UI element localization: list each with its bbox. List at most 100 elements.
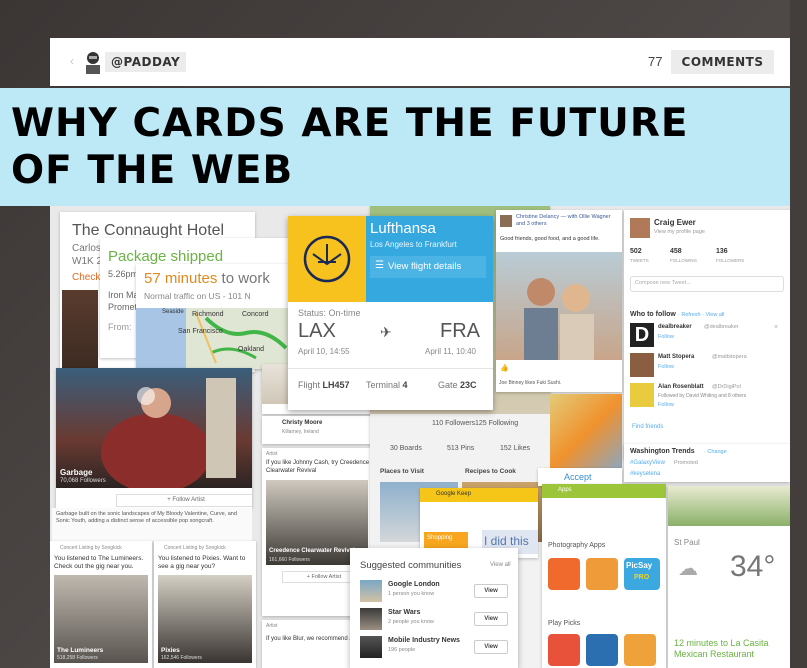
colorful-photo xyxy=(550,394,622,472)
cloud-icon: ☁ xyxy=(678,558,698,580)
play-pick-icon-2[interactable] xyxy=(586,634,618,666)
tw-follow3-by: Followed by David Whiting and 8 others xyxy=(658,393,747,399)
ccr-text: If you like Johnny Cash, try Creedence C… xyxy=(266,460,370,474)
flight-divider xyxy=(288,368,493,369)
communities-title: Suggested communities xyxy=(360,560,462,571)
communities-card: Suggested communities View all Google Lo… xyxy=(350,548,518,668)
christy-name: Christy Moore xyxy=(282,420,323,426)
keep-app: Google Keep xyxy=(436,491,472,497)
hotel-photo xyxy=(62,290,98,372)
play-app: Apps xyxy=(558,487,572,493)
tw-compose-placeholder: Compose new Tweet... xyxy=(635,280,691,286)
tw-compose-input[interactable]: Compose new Tweet... xyxy=(630,276,784,292)
alan-avatar xyxy=(630,383,654,407)
play-pick-icon-3[interactable] xyxy=(624,634,656,666)
tw-trends-change[interactable]: · Change xyxy=(704,449,727,455)
play-picks: Play Picks xyxy=(548,620,581,627)
map-label-concord: Concord xyxy=(242,311,269,318)
community2-name[interactable]: Star Wars xyxy=(388,609,420,616)
view-flight-details-label: View flight details xyxy=(388,261,462,272)
tw-refresh[interactable]: · Refresh · View all xyxy=(678,312,724,318)
pixies-name: Pixies xyxy=(161,647,180,654)
traffic-sub: Normal traffic on US - 101 N xyxy=(144,291,251,301)
package-line1: Iron Ma xyxy=(108,290,139,300)
matt-avatar xyxy=(630,353,654,377)
lufthansa-logo xyxy=(288,216,366,302)
keep-did-this: I did this xyxy=(484,534,529,548)
terminal-label: Terminal xyxy=(366,380,401,390)
garbage-desc-card: Garbage built on the sonic landscapes of… xyxy=(52,508,252,541)
author-handle[interactable]: @PADDAY xyxy=(105,52,187,72)
tw-follow3[interactable]: Alan Rosenblatt xyxy=(658,384,704,390)
community1-name[interactable]: Google London xyxy=(388,581,440,588)
view-flight-details-button[interactable]: ☰ View flight details xyxy=(370,256,486,278)
flight-number: LH457 xyxy=(322,380,350,390)
follow-artist-button[interactable]: + Follow Artist xyxy=(116,494,252,507)
flight-to-code: FRA xyxy=(440,320,480,342)
community1-photo xyxy=(360,580,382,602)
flight-depart: April 10, 14:55 xyxy=(298,347,350,356)
flight-card: Lufthansa Los Angeles to Frankfurt ☰ Vie… xyxy=(288,216,493,410)
garbage-followers: 70,068 Followers xyxy=(60,478,106,484)
pin-places: Places to Visit xyxy=(380,468,424,475)
community3-view-button[interactable]: View xyxy=(474,640,508,654)
communities-view-all[interactable]: View all xyxy=(490,562,511,568)
tw-trends: Washington Trends xyxy=(630,448,695,455)
christy-info: Christy Moore Killarney, Ireland xyxy=(262,416,372,444)
pin-likes: 152 Likes xyxy=(500,445,530,452)
play-pick-icon-1[interactable] xyxy=(548,634,580,666)
map-label-sf: San Francisco xyxy=(178,328,223,335)
comments-button[interactable]: COMMENTS xyxy=(671,50,774,74)
tw-follow2[interactable]: Matt Stopera xyxy=(658,354,694,360)
play-store-card: Apps Photography Apps PicSay PRO Play Pi… xyxy=(542,484,666,668)
pin-recipes: Recipes to Cook xyxy=(465,468,516,475)
traffic-map: Richmond Concord San Francisco Oakland S… xyxy=(136,308,296,369)
tw-follow3-btn[interactable]: Follow xyxy=(658,402,674,408)
tw-tweets: 502 xyxy=(630,248,642,255)
tw-trend1[interactable]: #GalaxyView xyxy=(630,460,665,466)
tw-dismiss-icon[interactable]: × xyxy=(774,324,778,331)
community2-view-button[interactable]: View xyxy=(474,612,508,626)
ccr-followers: 161,660 Followers xyxy=(269,557,310,563)
fb-like-icon[interactable]: 👍 xyxy=(500,364,509,372)
package-from: From: xyxy=(108,322,132,332)
package-line2: Promet xyxy=(108,302,138,312)
headline-line-1: WHY CARDS ARE THE FUTURE xyxy=(11,101,689,146)
community1-view-button[interactable]: View xyxy=(474,584,508,598)
tw-follow1-handle: @dealbreaker xyxy=(704,324,739,330)
flight-arrive: April 11, 10:40 xyxy=(425,347,476,356)
author-avatar[interactable] xyxy=(82,50,104,74)
menu-icon: ☰ xyxy=(375,260,384,271)
tw-avatar xyxy=(630,218,650,238)
tw-follow1-btn[interactable]: Follow xyxy=(658,334,674,340)
garbage-desc: Garbage built on the sonic landscapes of… xyxy=(56,511,237,524)
tw-who-to-follow: Who to follow xyxy=(630,311,676,318)
tw-profile-link[interactable]: View my profile page xyxy=(654,229,705,235)
twitter-card: Craig Ewer View my profile page 502 TWEE… xyxy=(624,210,790,460)
tw-following-label: FOLLOWING xyxy=(670,258,698,263)
fb-names: Christine Delancy — with Ollie Wagner an… xyxy=(516,214,611,227)
terminal-number: 4 xyxy=(402,380,408,390)
concert2-header: Concert Listing by Songkick xyxy=(164,545,226,551)
weather-banner xyxy=(668,486,790,526)
pin-pins: 513 Pins xyxy=(447,445,475,452)
map-label-richmond: Richmond xyxy=(192,311,224,318)
picsay-label: PicSay xyxy=(626,561,653,570)
tw-followers: 136 xyxy=(716,248,728,255)
back-chevron-icon[interactable]: ‹ xyxy=(70,54,74,68)
photo-app-icon-1[interactable] xyxy=(548,558,580,590)
tw-tweets-label: TWEETS xyxy=(630,258,649,263)
tw-follow2-btn[interactable]: Follow xyxy=(658,364,674,370)
accept-button[interactable]: Accept xyxy=(564,472,592,482)
community3-sub: 196 people xyxy=(388,647,416,653)
community3-name[interactable]: Mobile Industry News xyxy=(388,637,460,644)
garbage-artist-card: Garbage 70,068 Followers + Follow Artist xyxy=(56,368,252,508)
tw-follow1[interactable]: dealbreaker xyxy=(658,324,692,330)
pin-boards: 30 Boards xyxy=(390,445,422,452)
picsay-pro-icon[interactable]: PicSay PRO xyxy=(624,558,660,590)
weather-card: St Paul ☁ 34° 12 minutes to La Casita Me… xyxy=(668,486,790,668)
photo-app-icon-2[interactable] xyxy=(586,558,618,590)
weather-temp: 34° xyxy=(730,550,776,583)
tw-trend2[interactable]: #keyselena xyxy=(630,471,660,477)
tw-find-friends[interactable]: Find friends xyxy=(632,424,663,430)
